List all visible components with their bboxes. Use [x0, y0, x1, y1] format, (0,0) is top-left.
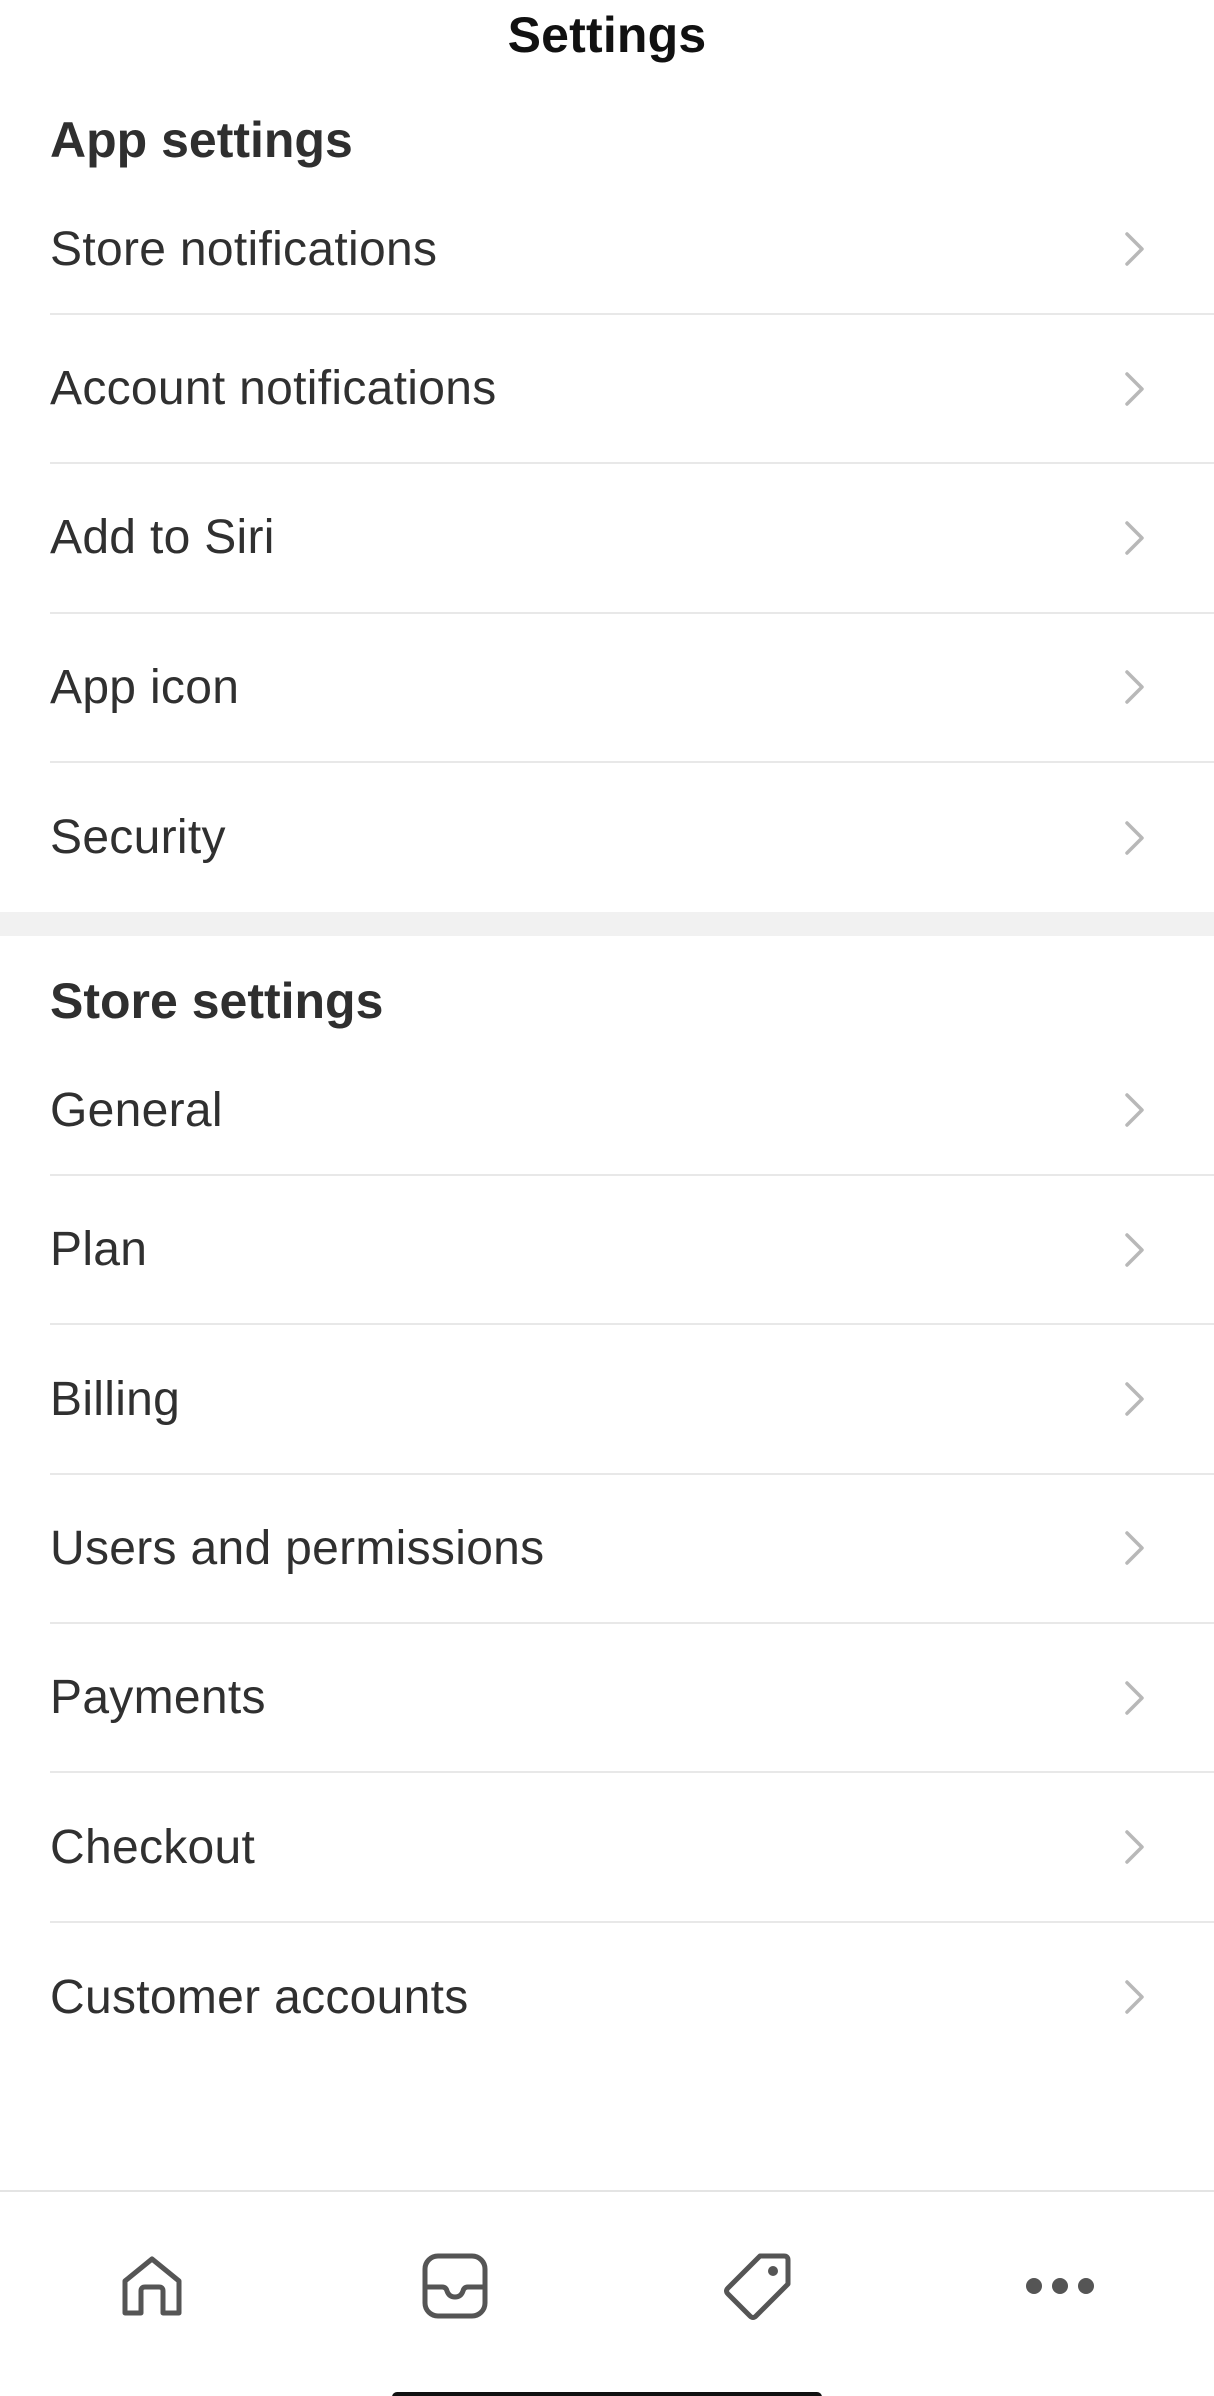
settings-row-account-notifications[interactable]: Account notifications: [50, 315, 1214, 465]
nav-header: Settings: [0, 0, 1214, 70]
home-icon: [122, 2256, 182, 2316]
settings-row-app-icon[interactable]: App icon: [50, 614, 1214, 763]
settings-row-billing[interactable]: Billing: [50, 1325, 1214, 1475]
chevron-right-icon: [1125, 1093, 1144, 1127]
tab-home[interactable]: [92, 2236, 212, 2336]
settings-row-users-and-permissions[interactable]: Users and permissions: [50, 1475, 1214, 1625]
row-label: Add to Siri: [50, 511, 275, 565]
store-settings-list: General Plan Billing Users and permissio…: [0, 1046, 1214, 2072]
store-settings-heading: Store settings: [50, 973, 384, 1030]
chevron-right-icon: [1125, 1980, 1144, 2015]
chevron-right-icon: [1125, 1680, 1144, 1715]
row-label: App icon: [50, 660, 240, 714]
store-settings-section: Store settings General Plan Billing User…: [0, 936, 1214, 2072]
row-label: Account notifications: [50, 362, 497, 416]
settings-row-security[interactable]: Security: [50, 763, 1214, 912]
chevron-right-icon: [1125, 1382, 1144, 1416]
row-label: Checkout: [50, 1820, 256, 1874]
app-settings-heading: App settings: [50, 112, 353, 168]
inbox-icon: [422, 2253, 488, 2319]
page-title: Settings: [507, 7, 707, 63]
chevron-right-icon: [1125, 1830, 1144, 1864]
home-indicator: [392, 2392, 822, 2396]
settings-row-general[interactable]: General: [50, 1046, 1214, 1177]
row-label: Customer accounts: [50, 1970, 469, 2024]
settings-row-add-to-siri[interactable]: Add to Siri: [50, 464, 1214, 614]
row-label: Security: [50, 811, 226, 865]
chevron-right-icon: [1125, 371, 1144, 406]
app-settings-list: Store notifications Account notification…: [0, 185, 1214, 912]
row-label: Store notifications: [50, 222, 438, 276]
tag-icon: [724, 2253, 791, 2320]
tab-inbox[interactable]: [395, 2236, 515, 2336]
settings-row-customer-accounts[interactable]: Customer accounts: [50, 1923, 1214, 2072]
settings-row-payments[interactable]: Payments: [50, 1624, 1214, 1774]
settings-screen: Settings App settings Store notification…: [0, 0, 1214, 2396]
tab-bar: [0, 2190, 1214, 2396]
settings-row-plan[interactable]: Plan: [50, 1176, 1214, 1326]
app-settings-section: App settings Store notifications Account…: [0, 70, 1214, 913]
chevron-right-icon: [1125, 670, 1144, 704]
settings-row-checkout[interactable]: Checkout: [50, 1773, 1214, 1923]
more-icon: [1026, 2278, 1094, 2294]
chevron-right-icon: [1125, 820, 1144, 855]
settings-row-store-notifications[interactable]: Store notifications: [50, 185, 1214, 315]
chevron-right-icon: [1125, 1531, 1144, 1566]
tab-more[interactable]: [1000, 2236, 1120, 2336]
row-label: General: [50, 1083, 223, 1137]
row-label: Billing: [50, 1372, 181, 1426]
chevron-right-icon: [1125, 1233, 1144, 1267]
row-label: Payments: [50, 1671, 266, 1725]
chevron-right-icon: [1125, 232, 1144, 266]
chevron-right-icon: [1125, 521, 1144, 555]
section-divider: [0, 912, 1214, 937]
tab-products[interactable]: [698, 2236, 818, 2336]
row-label: Plan: [50, 1223, 148, 1277]
row-label: Users and permissions: [50, 1521, 545, 1575]
